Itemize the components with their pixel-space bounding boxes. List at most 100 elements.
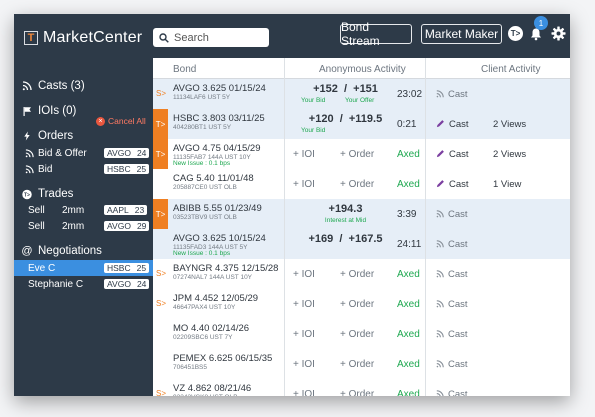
trade-plus-icon[interactable]: T>: [508, 26, 523, 41]
negotiation-tag: AVGO 24: [104, 279, 150, 289]
negotiation-row[interactable]: Eve C HSBC 25: [14, 260, 153, 276]
logo-mark-icon: T: [24, 31, 38, 45]
add-ioi-button[interactable]: + IOI: [293, 149, 315, 160]
sidebar-trades-label: Trades: [38, 188, 74, 200]
cast-button[interactable]: Cast: [436, 239, 468, 250]
cast-button[interactable]: Cast: [436, 179, 469, 190]
order-label: Bid & Offer: [38, 148, 87, 159]
tag-qty: 24: [136, 279, 147, 289]
trade-row[interactable]: Sell 2mm AVGO 29: [14, 218, 153, 234]
market-maker-button[interactable]: Market Maker: [421, 24, 502, 44]
wifi-icon: [22, 81, 32, 91]
order-row[interactable]: Bid HSBC 25: [14, 161, 153, 177]
table-row[interactable]: MO 4.40 02/14/26 02209SBC6 UST 7Y + IOI + O…: [153, 319, 570, 350]
cast-button[interactable]: Cast: [436, 299, 468, 310]
add-order-button[interactable]: + Order: [340, 389, 374, 396]
bond-name: AVGO 3.625 01/15/24: [173, 83, 266, 94]
axed-status: Axed: [397, 149, 420, 160]
add-order-button[interactable]: + Order: [340, 359, 374, 370]
order-tag: AVGO 24: [104, 148, 150, 158]
bond-name: BAYNGR 4.375 12/15/28: [173, 263, 279, 274]
negotiation-label: Eve C: [28, 263, 56, 274]
table-row[interactable]: S> BAYNGR 4.375 12/15/28 07274NAL7 144A US…: [153, 259, 570, 290]
bond-cusip: 46647PAX4 UST 10Y: [173, 304, 236, 311]
cast-button[interactable]: Cast: [436, 119, 469, 130]
table-row[interactable]: PEMEX 6.625 06/15/35 706451BS5 + IOI + Orde…: [153, 349, 570, 380]
table-row[interactable]: CAG 5.40 11/01/48 205887CE0 UST OLB + IOI +…: [153, 169, 570, 200]
pencil-icon: [436, 180, 444, 188]
table-row[interactable]: T> ABIBB 5.55 01/23/49 03523TBV9 UST OLB +1…: [153, 199, 570, 230]
trade-label: Sell: [28, 221, 45, 232]
elapsed-time: 3:39: [397, 209, 417, 220]
add-ioi-button[interactable]: + IOI: [293, 389, 315, 396]
tag-symbol: AVGO: [107, 221, 131, 231]
cast-label: Cast: [449, 119, 469, 130]
tag-qty: 25: [136, 164, 147, 174]
trade-row[interactable]: Sell 2mm AAPL 23: [14, 202, 153, 218]
cast-icon: [436, 240, 444, 248]
cast-icon: [436, 210, 444, 218]
bond-cusip: 706451BS5: [173, 364, 207, 371]
cast-button[interactable]: Cast: [436, 359, 468, 370]
offer-value: +151: [353, 83, 378, 95]
cast-label: Cast: [449, 149, 469, 160]
add-order-button[interactable]: + Order: [340, 299, 374, 310]
cast-label: Cast: [448, 209, 468, 220]
cast-button[interactable]: Cast: [436, 389, 468, 396]
add-ioi-button[interactable]: + IOI: [293, 359, 315, 370]
gear-icon[interactable]: [551, 26, 566, 41]
table-row[interactable]: AVGO 3.625 10/15/24 11135FAD3 144A UST 5Y…: [153, 229, 570, 260]
sidebar-orders[interactable]: Orders: [22, 130, 73, 142]
sidebar: Casts (3) IOIs (0) Orders × Cancel All B…: [14, 58, 153, 396]
cast-button[interactable]: Cast: [436, 209, 468, 220]
axed-status: Axed: [397, 179, 420, 190]
table-row[interactable]: T> HSBC 3.803 03/11/25 404280BT1 UST 5Y +12…: [153, 109, 570, 140]
add-ioi-button[interactable]: + IOI: [293, 329, 315, 340]
view-count: 2 Views: [493, 119, 527, 130]
cancel-all-button[interactable]: × Cancel All: [96, 116, 146, 126]
bond-name: JPM 4.452 12/05/29: [173, 293, 259, 304]
cast-button[interactable]: Cast: [436, 269, 468, 280]
cast-button[interactable]: Cast: [436, 149, 469, 160]
trade-size: 2mm: [62, 205, 85, 216]
add-order-button[interactable]: + Order: [340, 149, 374, 160]
table-row[interactable]: S> VZ 4.862 08/21/4692343VCK8 UST OLB + IO…: [153, 379, 570, 396]
bond-stream-button[interactable]: Bond Stream: [340, 20, 412, 48]
pencil-icon: [436, 150, 444, 158]
close-icon: ×: [96, 116, 105, 126]
bond-cusip: 07274NAL7 144A UST 10Y: [173, 274, 253, 281]
table-row[interactable]: S> AVGO 3.625 01/15/24 11134LAF6 UST 5Y +15…: [153, 79, 570, 110]
cast-icon: [436, 330, 444, 338]
bond-name: ABIBB 5.55 01/23/49: [173, 203, 262, 214]
negotiation-row[interactable]: Stephanie C AVGO 24: [14, 276, 153, 292]
sidebar-trades[interactable]: T> Trades: [22, 188, 73, 200]
sidebar-iois[interactable]: IOIs (0): [22, 105, 76, 117]
add-order-button[interactable]: + Order: [340, 179, 374, 190]
search-input[interactable]: Search: [153, 28, 269, 47]
axed-status: Axed: [397, 389, 420, 396]
elapsed-time: 24:11: [397, 239, 422, 250]
table-row[interactable]: S> JPM 4.452 12/05/29 46647PAX4 UST 10Y + I…: [153, 289, 570, 320]
add-ioi-button[interactable]: + IOI: [293, 299, 315, 310]
bond-cusip: 11134LAF6 UST 5Y: [173, 94, 231, 101]
trade-icon: T>: [22, 189, 32, 199]
new-issue-note: New Issue : 0.1 bps: [173, 160, 231, 167]
order-row[interactable]: Bid & Offer AVGO 24: [14, 145, 153, 161]
add-order-button[interactable]: + Order: [340, 269, 374, 280]
sidebar-negotiations[interactable]: @ Negotiations: [21, 245, 102, 257]
add-order-button[interactable]: + Order: [340, 329, 374, 340]
bond-table: Bond Anonymous Activity Client Activity …: [153, 58, 570, 396]
add-ioi-button[interactable]: + IOI: [293, 269, 315, 280]
cast-button[interactable]: Cast: [436, 89, 468, 100]
sidebar-orders-label: Orders: [38, 130, 74, 142]
tag-symbol: HSBC: [107, 263, 131, 273]
table-row[interactable]: T> AVGO 4.75 04/15/29 11135FAB7 144A UST 1…: [153, 139, 570, 170]
bond-name: CAG 5.40 11/01/48: [173, 173, 254, 184]
tag-qty: 23: [134, 205, 145, 215]
cast-button[interactable]: Cast: [436, 329, 468, 340]
mid-value: +194.3: [328, 203, 363, 215]
add-ioi-button[interactable]: + IOI: [293, 179, 315, 190]
flag-icon: [22, 106, 32, 116]
sidebar-casts[interactable]: Casts (3): [22, 80, 85, 92]
tag-symbol: AVGO: [107, 279, 131, 289]
